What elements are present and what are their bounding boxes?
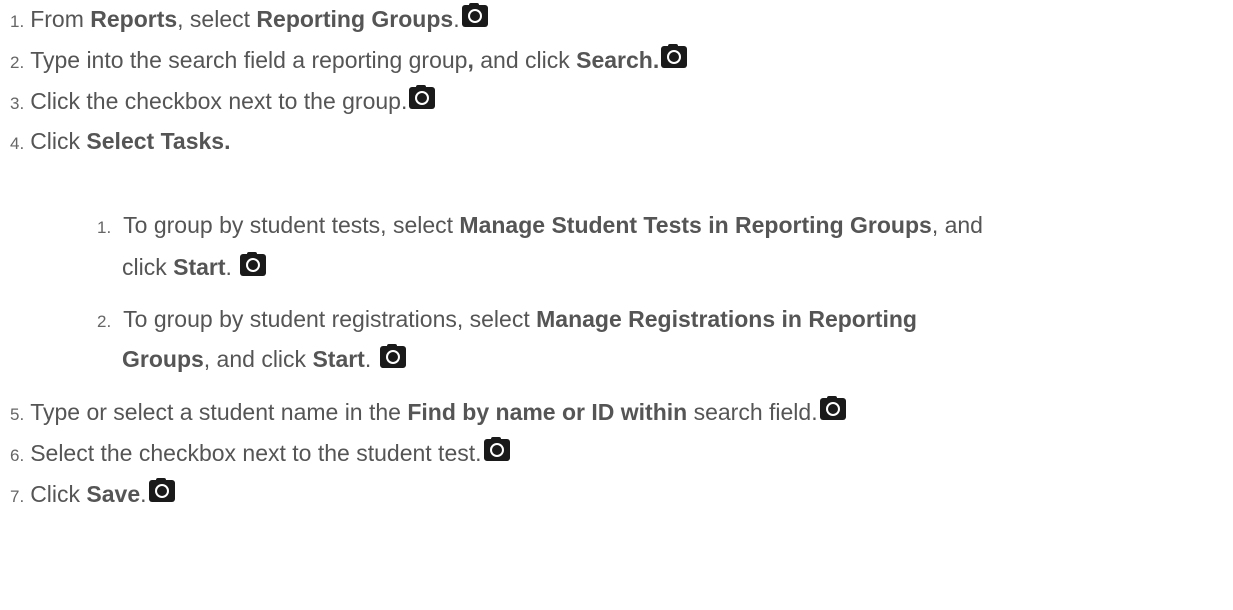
step-5: 5. Type or select a student name in the … — [10, 396, 846, 426]
camera-icon[interactable] — [240, 252, 267, 276]
camera-icon[interactable] — [148, 478, 175, 502]
step-6: 6. Select the checkbox next to the stude… — [10, 437, 510, 467]
step-number: 3. — [10, 94, 25, 113]
step-number: 2. — [10, 53, 25, 72]
substep-number: 2. — [97, 312, 112, 331]
step-7: 7. Click Save. — [10, 478, 175, 508]
instructions-document: 1. From Reports, select Reporting Groups… — [0, 0, 1233, 610]
step-number: 4. — [10, 134, 25, 153]
step-text: Click Select Tasks. — [30, 128, 231, 154]
camera-icon[interactable] — [461, 3, 488, 27]
step-4: 4. Click Select Tasks. — [10, 128, 230, 155]
step-text: From Reports, select Reporting Groups. — [30, 6, 460, 32]
substep-2-continuation: Groups, and click Start. — [122, 344, 406, 373]
step-3: 3. Click the checkbox next to the group. — [10, 85, 436, 115]
step-text: Select the checkbox next to the student … — [30, 440, 482, 466]
substep-1-continuation: click Start. — [122, 252, 267, 281]
camera-icon[interactable] — [409, 85, 436, 109]
step-number: 7. — [10, 487, 25, 506]
step-1: 1. From Reports, select Reporting Groups… — [10, 3, 488, 33]
camera-icon[interactable] — [819, 396, 846, 420]
step-number: 5. — [10, 405, 25, 424]
step-number: 6. — [10, 446, 25, 465]
camera-icon[interactable] — [379, 344, 406, 368]
camera-icon[interactable] — [661, 44, 688, 68]
step-text: Click Save. — [30, 481, 147, 507]
substep-2: 2. To group by student registrations, se… — [97, 306, 917, 332]
step-text: Type or select a student name in the Fin… — [30, 399, 818, 425]
step-number: 1. — [10, 12, 25, 31]
step-text: Click the checkbox next to the group. — [30, 88, 408, 114]
step-2: 2. Type into the search field a reportin… — [10, 44, 688, 74]
step-text: Type into the search field a reporting g… — [30, 47, 660, 73]
camera-icon[interactable] — [483, 437, 510, 461]
substep-number: 1. — [97, 218, 112, 237]
substep-1: 1. To group by student tests, select Man… — [97, 212, 983, 238]
